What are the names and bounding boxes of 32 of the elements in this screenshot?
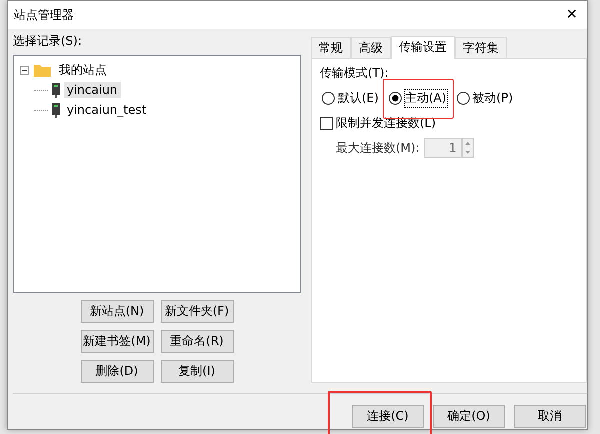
- tab[interactable]: 字符集: [455, 37, 507, 58]
- radio-button[interactable]: [388, 92, 402, 105]
- tab[interactable]: 高级: [351, 37, 391, 58]
- tab[interactable]: 传输设置: [391, 36, 455, 59]
- server-icon: [52, 102, 60, 118]
- dialog-button[interactable]: 连接(C): [352, 405, 424, 428]
- server-icon: [52, 82, 60, 98]
- tree-item[interactable]: yincaiun: [64, 82, 121, 98]
- radio-button[interactable]: [456, 92, 470, 105]
- tab[interactable]: 常规: [311, 37, 351, 58]
- site-button[interactable]: 删除(D): [80, 360, 154, 383]
- collapse-icon[interactable]: [20, 66, 29, 74]
- window-title: 站点管理器: [14, 6, 74, 24]
- dialog-button[interactable]: 确定(O): [433, 405, 505, 428]
- folder-icon: [34, 64, 51, 76]
- dialog-button[interactable]: 取消: [514, 405, 586, 428]
- field-label: 选择记录(S):: [13, 33, 84, 50]
- site-button[interactable]: 新建书签(M): [80, 330, 154, 353]
- tree-item[interactable]: 我的站点: [56, 60, 110, 80]
- checkbox[interactable]: [320, 117, 333, 130]
- radio-label: 被动(P): [472, 90, 514, 107]
- radio-label: 默认(E): [338, 90, 379, 107]
- close-icon[interactable]: ✕: [557, 7, 587, 23]
- group-label: 传输模式(T):: [320, 65, 390, 82]
- tree-item[interactable]: yincaiun_test: [64, 102, 150, 118]
- site-button[interactable]: 重命名(R): [160, 330, 234, 353]
- site-button[interactable]: 新站点(N): [80, 300, 154, 323]
- site-button[interactable]: 复制(I): [160, 360, 234, 383]
- radio-label: 主动(A): [404, 90, 447, 107]
- site-button[interactable]: 新文件夹(F): [160, 300, 234, 323]
- radio-button[interactable]: [322, 92, 335, 105]
- field-label: 最大连接数(M):: [336, 140, 420, 156]
